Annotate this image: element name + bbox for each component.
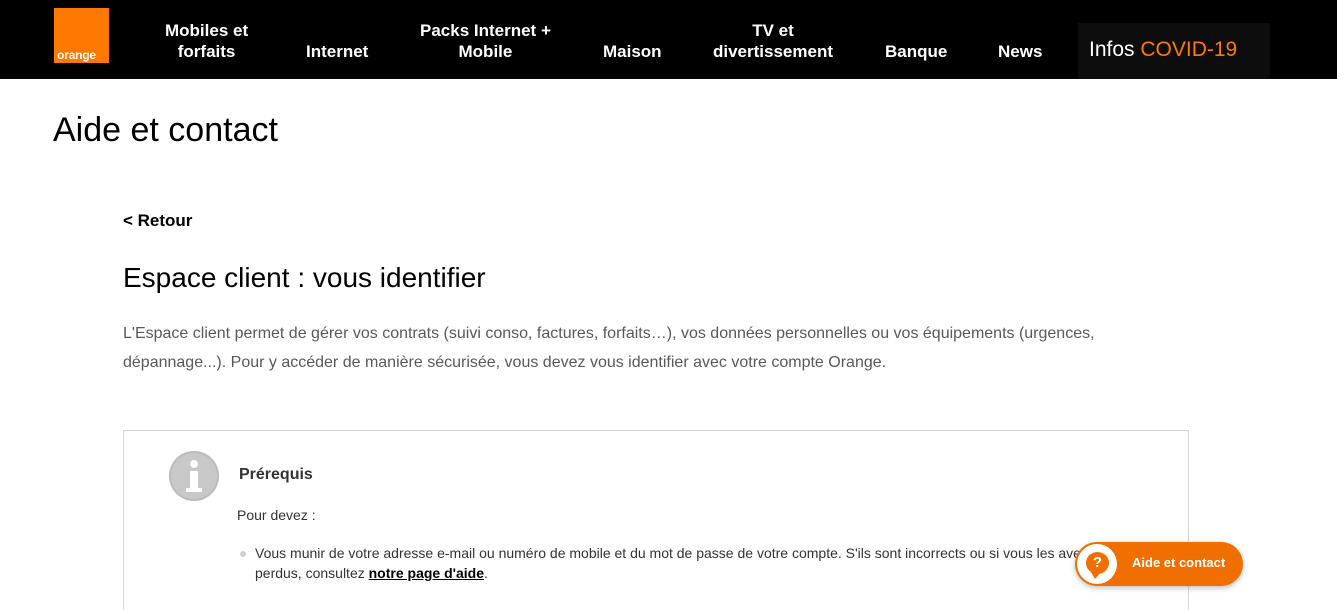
aide-contact-chat-button[interactable]: ? Aide et contact	[1075, 542, 1243, 586]
logo-text: orange	[57, 48, 96, 62]
nav-mobiles-forfaits[interactable]: Mobiles et forfaits	[165, 20, 248, 62]
covid-label: Infos COVID-19	[1089, 38, 1238, 61]
article-title: Espace client : vous identifier	[123, 262, 486, 293]
chat-button-label: Aide et contact	[1132, 555, 1226, 570]
nav-banque[interactable]: Banque	[885, 41, 947, 62]
prerequis-lead: Pour devez :	[237, 507, 316, 523]
nav-packs-internet-mobile[interactable]: Packs Internet + Mobile	[420, 20, 551, 62]
prerequis-title: Prérequis	[239, 466, 313, 483]
nav-maison[interactable]: Maison	[603, 41, 662, 62]
covid-info-link[interactable]: Infos COVID-19	[1078, 23, 1270, 79]
back-link[interactable]: < Retour	[123, 211, 192, 231]
info-icon	[169, 451, 219, 501]
nav-internet[interactable]: Internet	[306, 41, 368, 62]
page-title: Aide et contact	[53, 111, 278, 149]
prerequis-item: Vous munir de votre adresse e-mail ou nu…	[255, 545, 1088, 581]
bullet-dot	[240, 551, 246, 557]
nav-tv-divertissement[interactable]: TV et divertissement	[713, 20, 833, 62]
help-page-link[interactable]: notre page d'aide	[369, 565, 484, 581]
intro-paragraph: L'Espace client permet de gérer vos cont…	[123, 325, 1095, 371]
nav-news[interactable]: News	[998, 41, 1042, 62]
chat-icon-circle: ?	[1077, 544, 1117, 584]
top-navigation: orange Mobiles et forfaits Internet Pack…	[0, 0, 1337, 79]
orange-logo[interactable]: orange	[54, 8, 109, 63]
prerequis-box: Prérequis Pour devez : Vous munir de vot…	[123, 430, 1189, 610]
help-chat-icon: ?	[1086, 552, 1109, 579]
